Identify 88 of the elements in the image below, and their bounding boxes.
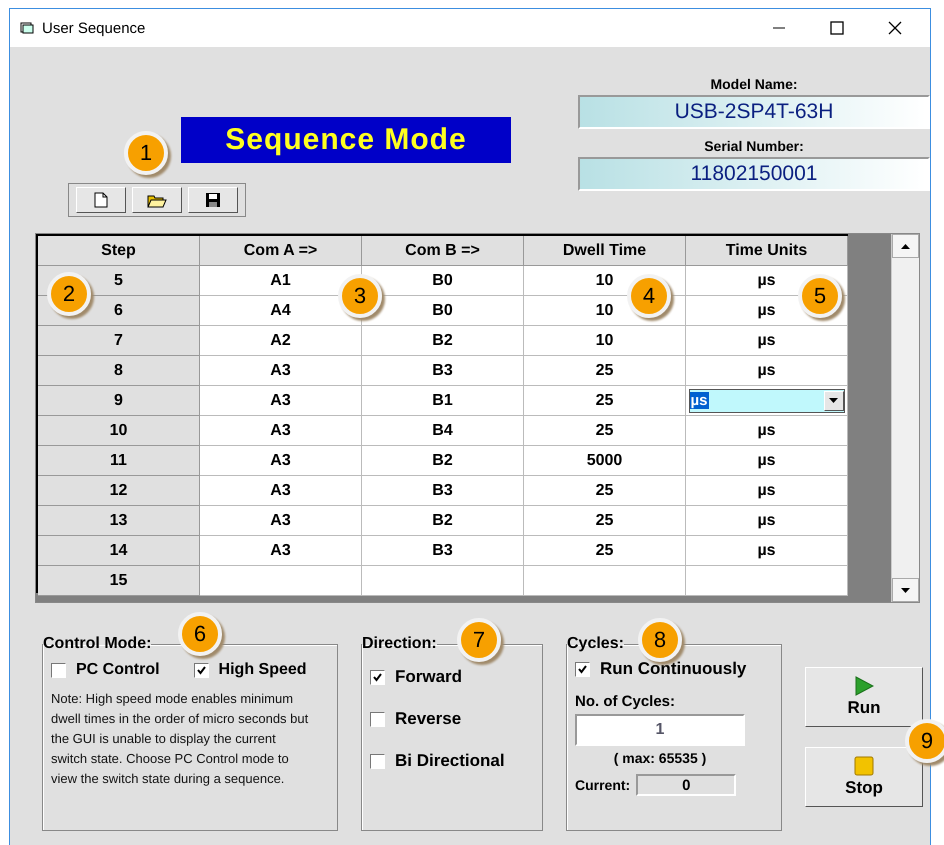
table-cell: µs: [686, 356, 848, 386]
window-icon: [20, 21, 34, 35]
table-cell: A3: [200, 416, 362, 446]
stop-square-icon: [854, 756, 874, 776]
table-cell: 25: [524, 536, 686, 566]
table-cell: 5000: [524, 446, 686, 476]
close-icon[interactable]: [888, 21, 902, 35]
table-cell: B3: [362, 356, 524, 386]
table-cell: 25: [524, 416, 686, 446]
play-icon: [854, 676, 874, 696]
caret-icon: [829, 398, 838, 403]
table-cell: A3: [200, 536, 362, 566]
new-file-button[interactable]: [76, 187, 126, 213]
row-header: 7: [38, 326, 200, 356]
checkbox[interactable]: [194, 662, 209, 678]
checkbox[interactable]: [575, 662, 590, 676]
group-title: Cycles:: [567, 635, 624, 653]
serial-number-field: 11802150001: [578, 157, 930, 191]
row-header: 10: [38, 416, 200, 446]
note-text: Note: High speed mode enables minimum dwell times in the order of micro seconds but the GUI is unable to display the current switch state. Choose PC Control mode to view the switch state during a sequence.: [51, 690, 309, 788]
checkbox[interactable]: [370, 754, 385, 768]
table-cell: µs: [686, 506, 848, 536]
checkbox-option[interactable]: Forward: [370, 667, 534, 687]
column-header: Com A =>: [200, 236, 362, 266]
stop-button[interactable]: Stop: [805, 747, 923, 807]
current-cycle-field: 0: [636, 774, 736, 796]
table-cell: B3: [362, 536, 524, 566]
table-cell: 25: [524, 476, 686, 506]
group-title: Control Mode:: [43, 635, 152, 653]
table-cell: B3: [362, 476, 524, 506]
checkbox-option[interactable]: High Speed: [194, 661, 307, 679]
row-header: 15: [38, 566, 200, 596]
table-cell: µs: [686, 476, 848, 506]
checkbox[interactable]: [51, 662, 66, 678]
table-cell: A3: [200, 356, 362, 386]
table-cell: A3: [200, 506, 362, 536]
row-header: 9: [38, 386, 200, 416]
table-cell: B4: [362, 416, 524, 446]
vertical-scrollbar[interactable]: [891, 234, 919, 602]
column-header: Step: [38, 236, 200, 266]
table-cell: 25: [524, 506, 686, 536]
maximize-icon[interactable]: [830, 21, 844, 35]
table-cell: µs: [686, 416, 848, 446]
table-cell: 25: [524, 386, 686, 416]
checkbox-option[interactable]: Reverse: [370, 709, 534, 729]
mode-banner: Sequence Mode: [181, 117, 511, 163]
cycles-count-field[interactable]: 1: [575, 714, 745, 746]
checkbox[interactable]: [370, 670, 385, 684]
table-cell: µs: [686, 326, 848, 356]
table-cell: A2: [200, 326, 362, 356]
row-header: 12: [38, 476, 200, 506]
column-header: Time Units: [686, 236, 848, 266]
table-cell: µs: [686, 536, 848, 566]
table-cell: A3: [200, 446, 362, 476]
column-header: Com B =>: [362, 236, 524, 266]
max-cycles-text: ( max: 65535 ): [612, 750, 708, 766]
scroll-up-icon: [901, 244, 910, 248]
row-header: 11: [38, 446, 200, 476]
table-cell: 25: [524, 356, 686, 386]
checkbox-option[interactable]: Run Continuously: [575, 659, 773, 679]
checkbox-option[interactable]: Bi Directional: [370, 751, 534, 771]
time-units-dropdown[interactable]: µs: [688, 388, 844, 412]
group-title: Direction:: [362, 635, 437, 653]
column-header: Dwell Time: [524, 236, 686, 266]
table-cell: A3: [200, 386, 362, 416]
table-cell: A3: [200, 476, 362, 506]
serial-number-label: Serial Number:: [704, 137, 804, 156]
model-name-field: USB-2SP4T-63H: [578, 95, 930, 129]
cycles-count-label: No. of Cycles:: [575, 693, 676, 710]
scroll-down-icon: [901, 588, 910, 592]
row-header: 13: [38, 506, 200, 536]
save-button[interactable]: [188, 187, 238, 213]
row-header: 14: [38, 536, 200, 566]
checkbox[interactable]: [370, 712, 385, 726]
table-cell: B1: [362, 386, 524, 416]
table-cell: µs: [686, 446, 848, 476]
table-cell: B2: [362, 506, 524, 536]
document-icon: [94, 192, 108, 208]
open-button[interactable]: [132, 187, 182, 213]
window-title: User Sequence: [42, 20, 146, 36]
checkbox-option[interactable]: PC Control: [51, 661, 160, 679]
row-header: 8: [38, 356, 200, 386]
current-label: Current:: [575, 777, 630, 793]
table-cell: B2: [362, 446, 524, 476]
run-button[interactable]: Run: [805, 667, 923, 727]
model-name-label: Model Name:: [710, 75, 798, 94]
table-cell: B2: [362, 326, 524, 356]
table-cell: 10: [524, 326, 686, 356]
